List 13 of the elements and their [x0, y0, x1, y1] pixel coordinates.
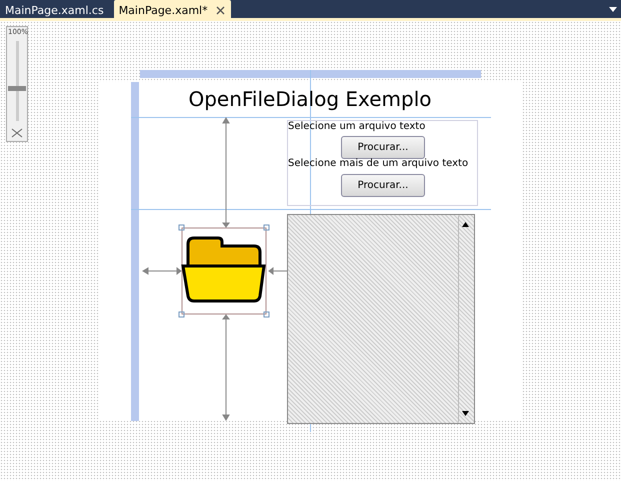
scroll-down-icon[interactable]	[462, 411, 469, 416]
slider-thumb[interactable]	[8, 86, 26, 91]
scroll-up-icon[interactable]	[462, 222, 469, 227]
browse-button[interactable]: Procurar...	[341, 136, 425, 159]
document-tab[interactable]: MainPage.xaml*	[114, 0, 231, 18]
prompt-label: Selecione mais de um arquivo texto	[288, 158, 468, 169]
close-icon[interactable]	[216, 6, 225, 14]
page-title: OpenFileDialog Exemplo	[187, 87, 433, 111]
folder-icon	[178, 224, 270, 318]
dropdown-icon[interactable]	[609, 7, 617, 12]
prompt-label: Selecione um arquivo texto	[288, 121, 426, 132]
document-tab[interactable]: MainPage.xaml.cs	[0, 0, 110, 18]
browse-button[interactable]: Procurar...	[341, 174, 425, 197]
